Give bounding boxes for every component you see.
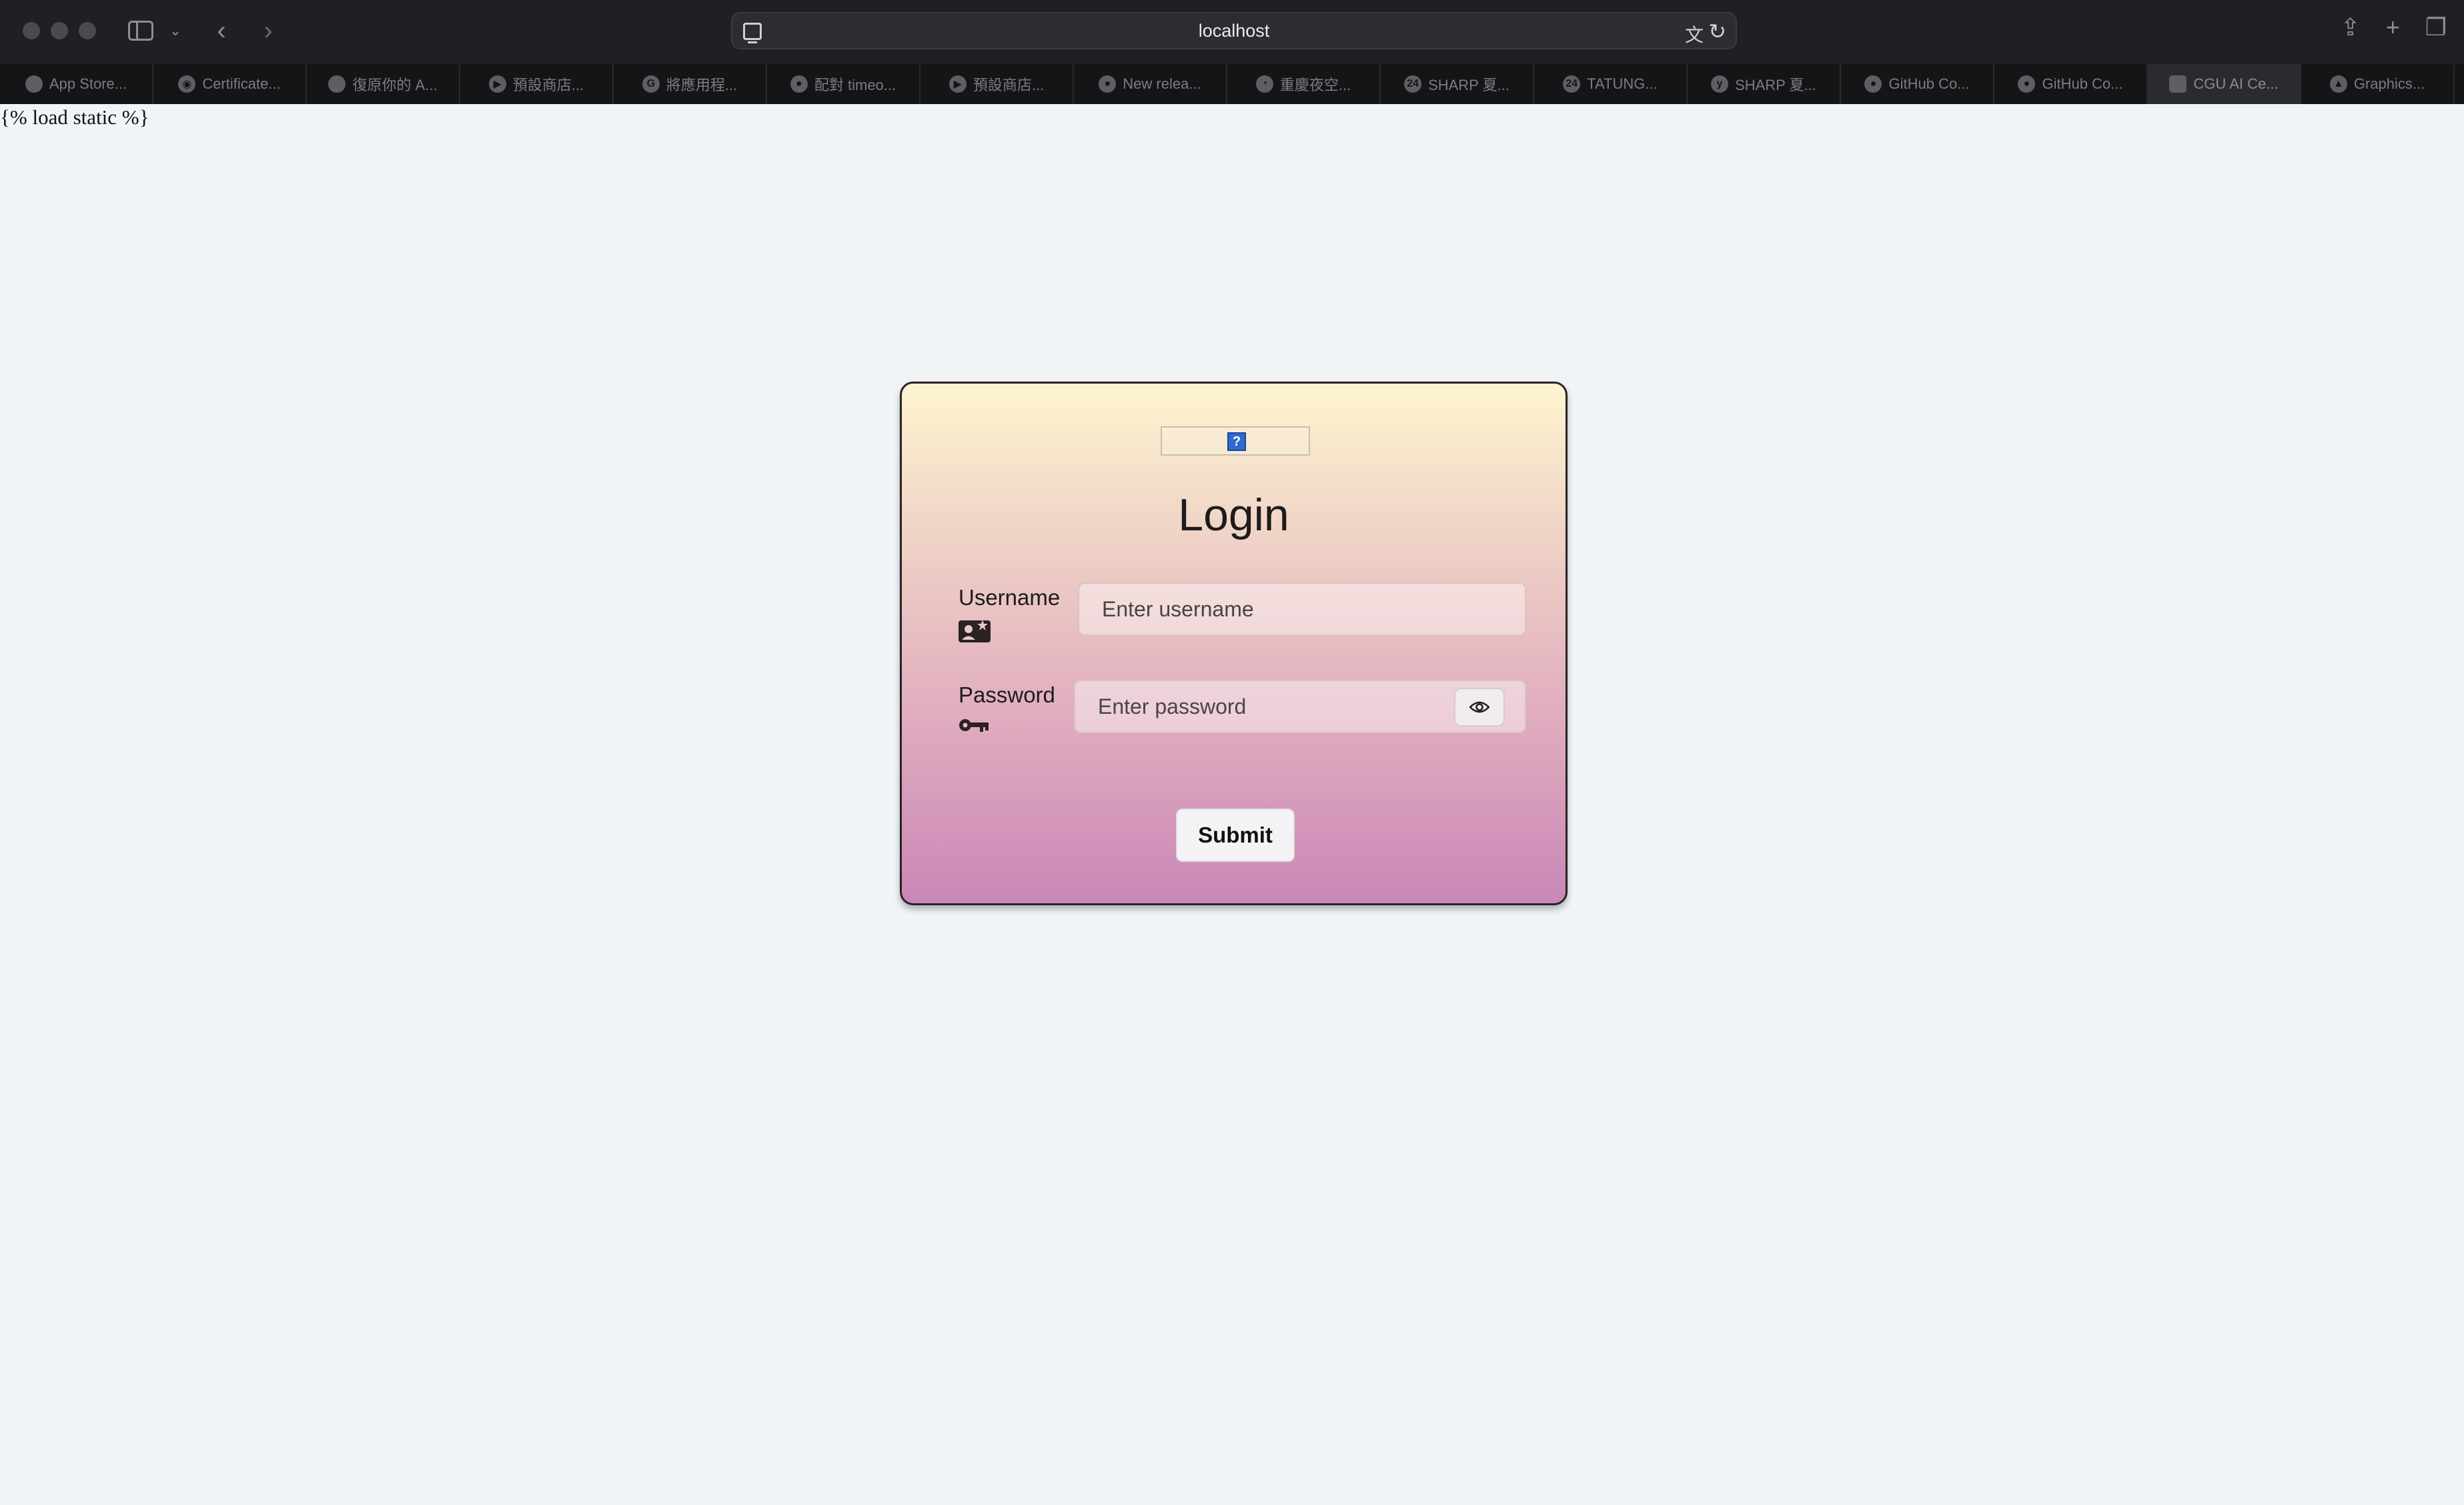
login-card: ? Login Username Password [900, 382, 1568, 905]
address-bar[interactable]: localhost 文 ↻ [731, 12, 1737, 49]
github-icon: ● [1099, 75, 1117, 93]
tab-label: 重慶夜空... [1279, 77, 1351, 93]
tab-label: 將應用程... [666, 77, 738, 93]
toggle-password-visibility-button[interactable] [1454, 688, 1505, 726]
tab-label: Graphics... [2353, 75, 2425, 92]
browser-toolbar: ⌄ ‹ › localhost 文 ↻ ⇪ + ❐ [0, 0, 2464, 64]
play-icon: ▶ [949, 75, 967, 93]
github-icon: ● [790, 75, 808, 93]
play-icon: ▶ [488, 75, 506, 93]
translate-icon[interactable]: 文 [1685, 21, 1704, 47]
tab-label: 配對 timeo... [814, 77, 896, 93]
reload-icon[interactable]: ↻ [1708, 19, 1726, 44]
tab-label: Certificate... [202, 75, 281, 92]
close-window-button[interactable] [23, 22, 40, 39]
username-field[interactable] [1078, 582, 1526, 636]
browser-tab[interactable]: ▶ 預設商店... [460, 64, 614, 104]
tab-label: GitHub Co... [2042, 75, 2123, 92]
browser-tab[interactable]: ● GitHub Co... [1994, 64, 2148, 104]
browser-tab[interactable]: ◔ 重慶夜空... [1227, 64, 1381, 104]
browser-tab[interactable]: ◉ Certificate... [153, 64, 307, 104]
tab-label: GitHub Co... [1888, 75, 1970, 92]
browser-tab[interactable]: ● GitHub Co... [1841, 64, 1994, 104]
user-card-icon [959, 618, 991, 646]
logo-image-placeholder: ? [1161, 426, 1310, 456]
tab-label: SHARP 夏... [1735, 77, 1816, 93]
tab-label: 預設商店... [973, 77, 1045, 93]
new-tab-icon[interactable]: + [2386, 13, 2400, 41]
tab-label: SHARP 夏... [1428, 77, 1509, 93]
tab-label: CGU AI Ce... [2193, 75, 2279, 92]
password-label: Password [959, 682, 1055, 707]
browser-tab[interactable]: App Store... [0, 64, 153, 104]
github-icon: ● [2018, 75, 2036, 93]
eye-icon [1469, 701, 1489, 713]
apple-icon [25, 75, 43, 93]
back-arrow-icon[interactable]: ‹ [209, 16, 233, 45]
url-text[interactable]: localhost [732, 13, 1736, 48]
drive-icon: ▲ [2329, 75, 2347, 93]
24-icon: 24 [1404, 75, 1422, 93]
yahoo-icon: y [1711, 75, 1729, 93]
browser-tab[interactable]: ● New relea... [1074, 64, 1227, 104]
browser-tab[interactable]: ▶ 預設商店... [920, 64, 1074, 104]
toolbar-right-icons: ⇪ + ❐ [2341, 13, 2447, 41]
24-icon: 24 [1563, 75, 1581, 93]
browser-tab[interactable]: y SHARP 夏... [1688, 64, 1841, 104]
browser-tab[interactable]: ▲ Graphics... [2301, 64, 2455, 104]
browser-tab[interactable]: 復原你的 A... [307, 64, 460, 104]
chevron-down-icon[interactable]: ⌄ [165, 17, 185, 44]
forward-arrow-icon[interactable]: › [256, 16, 280, 45]
broken-image-icon: ? [1227, 432, 1246, 451]
github-icon: ● [1864, 75, 1882, 93]
tab-label: App Store... [49, 75, 127, 92]
tab-label: 復原你的 A... [352, 77, 438, 93]
certificate-icon: ◉ [178, 75, 196, 93]
password-field[interactable] [1074, 680, 1526, 733]
square-icon [2169, 75, 2187, 93]
zoom-window-button[interactable] [79, 22, 96, 39]
tab-label: New relea... [1123, 75, 1201, 92]
tab-label: TATUNG... [1587, 75, 1658, 92]
minimize-window-button[interactable] [51, 22, 68, 39]
browser-tab[interactable]: G 將應用程... [614, 64, 767, 104]
browser-tab[interactable]: CGU AI Ce... [2148, 64, 2301, 104]
browser-tab[interactable]: 24 SHARP 夏... [1381, 64, 1534, 104]
page-title: Login [1178, 490, 1289, 540]
template-tag-text: {% load static %} [0, 105, 149, 129]
username-input[interactable] [1079, 584, 1525, 634]
sidebar-toggle-icon[interactable] [125, 17, 156, 44]
username-label: Username [959, 585, 1061, 610]
clock-icon: ◔ [1255, 75, 1273, 93]
share-icon[interactable]: ⇪ [2341, 13, 2361, 41]
browser-tab[interactable]: ● 配對 timeo... [767, 64, 920, 104]
tab-label: 預設商店... [512, 77, 584, 93]
browser-tab[interactable]: 24 TATUNG... [1534, 64, 1688, 104]
window-controls [23, 22, 96, 39]
apple-icon [328, 75, 346, 93]
submit-button[interactable]: Submit [1176, 809, 1295, 862]
tab-bar: App Store... ◉ Certificate... 復原你的 A... ▶ 預設商… [0, 64, 2464, 104]
key-icon [959, 717, 989, 736]
tab-overview-icon[interactable]: ❐ [2425, 13, 2447, 41]
google-icon: G [642, 75, 660, 93]
